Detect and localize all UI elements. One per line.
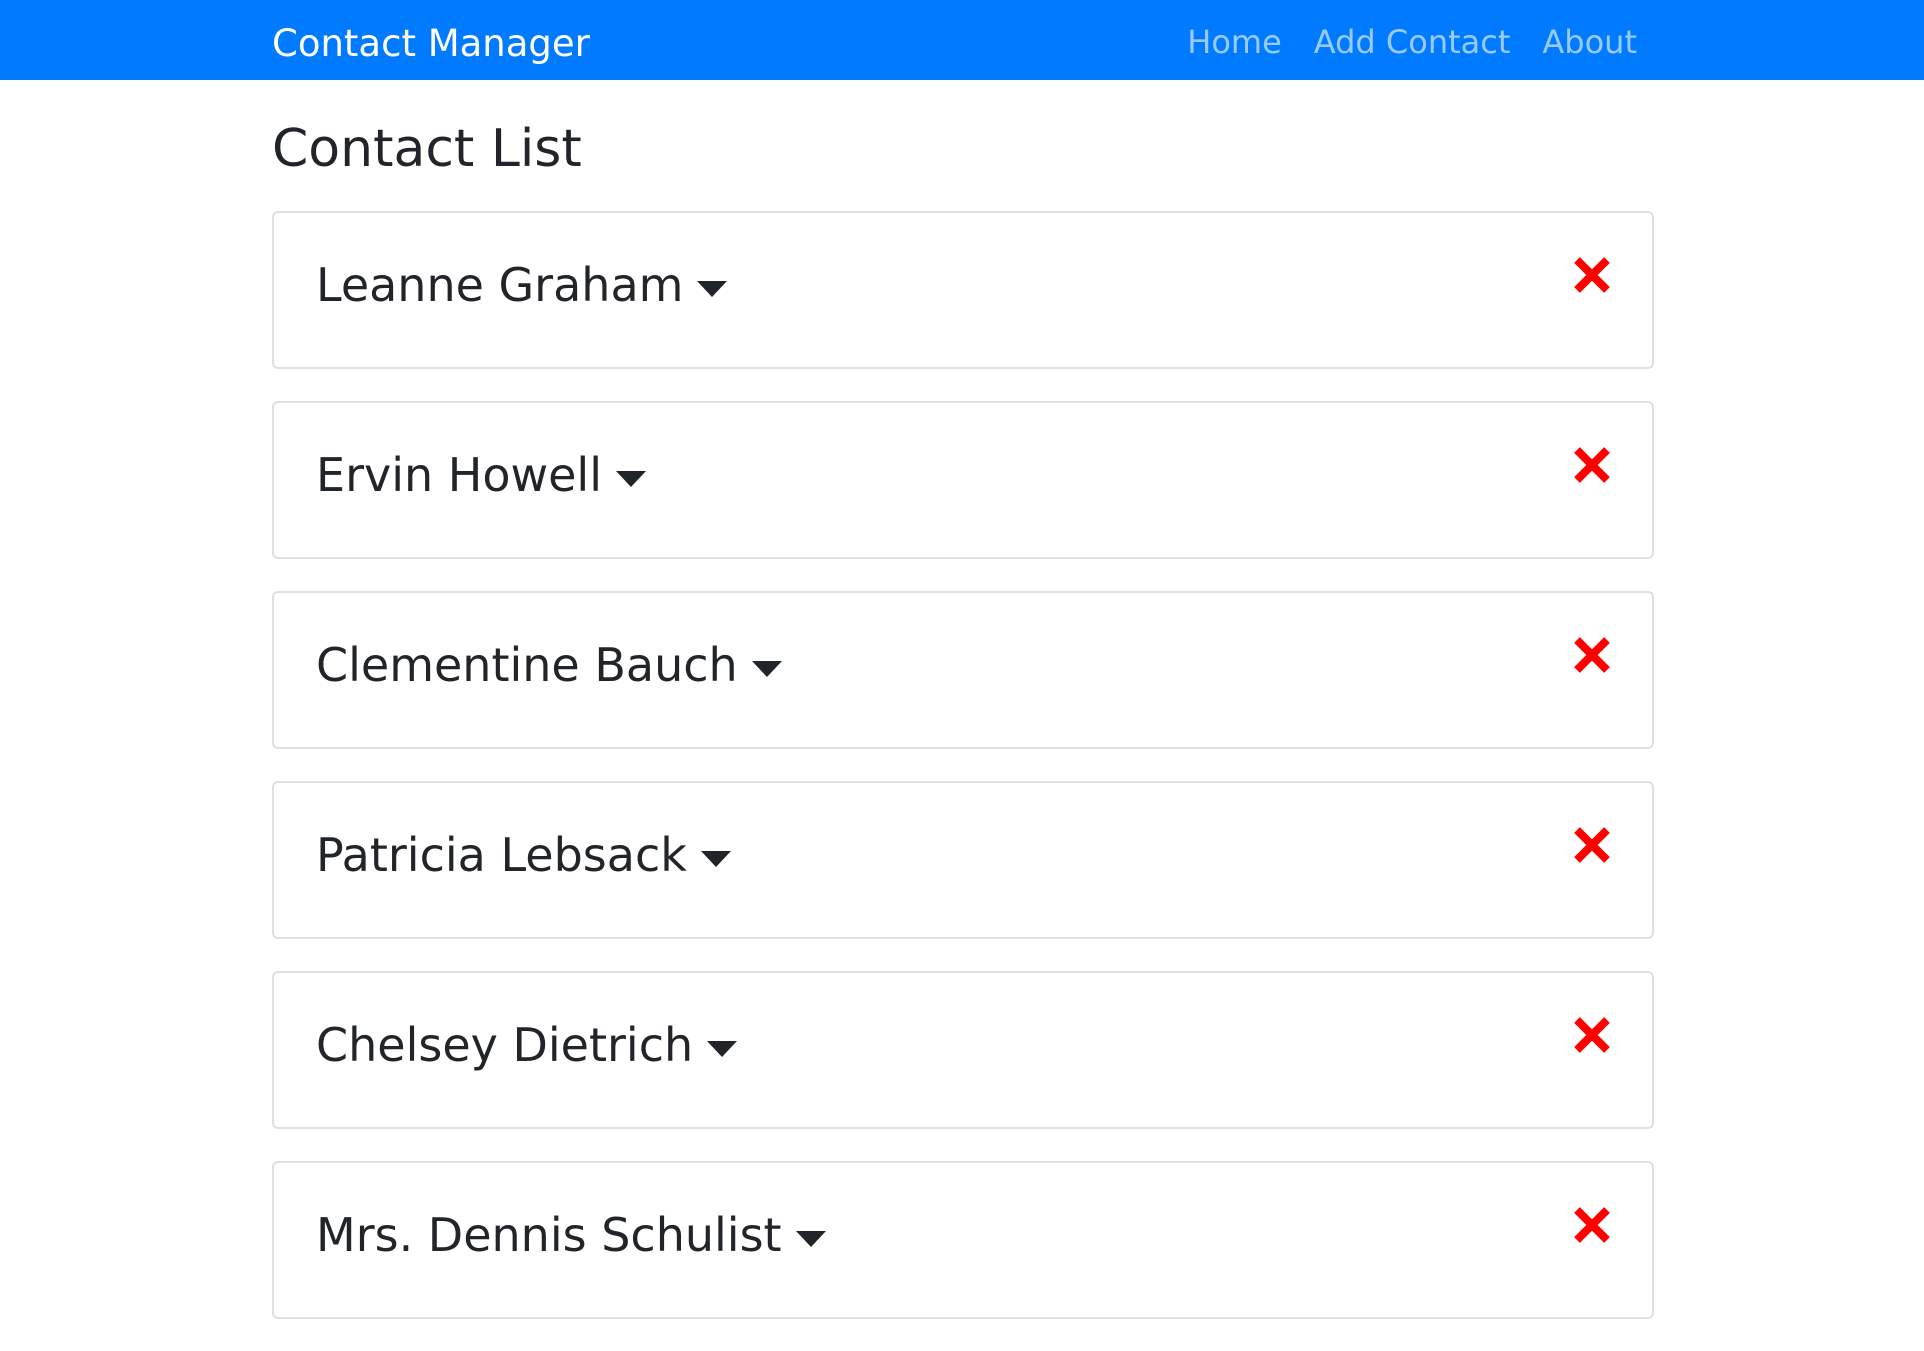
- contact-list: Leanne Graham Ervin Howell Clementine Ba…: [272, 211, 1654, 1351]
- contact-name-row: Ervin Howell: [316, 443, 646, 507]
- caret-down-icon[interactable]: [707, 1041, 738, 1059]
- contact-card: Ervin Howell: [272, 401, 1654, 559]
- contact-name: Patricia Lebsack: [316, 828, 687, 882]
- contact-name: Clementine Bauch: [316, 638, 738, 692]
- contact-card: Mrs. Dennis Schulist: [272, 1161, 1654, 1319]
- caret-down-icon[interactable]: [795, 1231, 826, 1249]
- caret-down-icon[interactable]: [697, 281, 728, 299]
- page-title: Contact List: [272, 119, 582, 179]
- contact-name-row: Clementine Bauch: [316, 633, 782, 697]
- contact-name: Chelsey Dietrich: [316, 1018, 694, 1072]
- nav-link-about[interactable]: About: [1542, 18, 1637, 66]
- nav-links: Home Add Contact About: [1187, 18, 1637, 66]
- close-icon[interactable]: [1572, 825, 1612, 865]
- brand-logo-text[interactable]: Contact Manager: [272, 18, 590, 70]
- contact-name: Mrs. Dennis Schulist: [316, 1208, 782, 1262]
- caret-down-icon[interactable]: [751, 661, 782, 679]
- contact-card: Leanne Graham: [272, 211, 1654, 369]
- close-icon[interactable]: [1572, 255, 1612, 295]
- navbar: Contact Manager Home Add Contact About: [0, 0, 1924, 80]
- caret-down-icon[interactable]: [615, 471, 646, 489]
- contact-name-row: Patricia Lebsack: [316, 823, 731, 887]
- contact-card: Clementine Bauch: [272, 591, 1654, 749]
- caret-down-icon[interactable]: [700, 851, 731, 869]
- contact-name-row: Mrs. Dennis Schulist: [316, 1203, 826, 1267]
- close-icon[interactable]: [1572, 1015, 1612, 1055]
- close-icon[interactable]: [1572, 445, 1612, 485]
- close-icon[interactable]: [1572, 635, 1612, 675]
- contact-card: Chelsey Dietrich: [272, 971, 1654, 1129]
- contact-card: Patricia Lebsack: [272, 781, 1654, 939]
- contact-name: Leanne Graham: [316, 258, 684, 312]
- contact-name: Ervin Howell: [316, 448, 602, 502]
- close-icon[interactable]: [1572, 1205, 1612, 1245]
- contact-name-row: Chelsey Dietrich: [316, 1013, 738, 1077]
- nav-link-home[interactable]: Home: [1187, 18, 1282, 66]
- contact-name-row: Leanne Graham: [316, 253, 728, 317]
- nav-link-add-contact[interactable]: Add Contact: [1314, 18, 1511, 66]
